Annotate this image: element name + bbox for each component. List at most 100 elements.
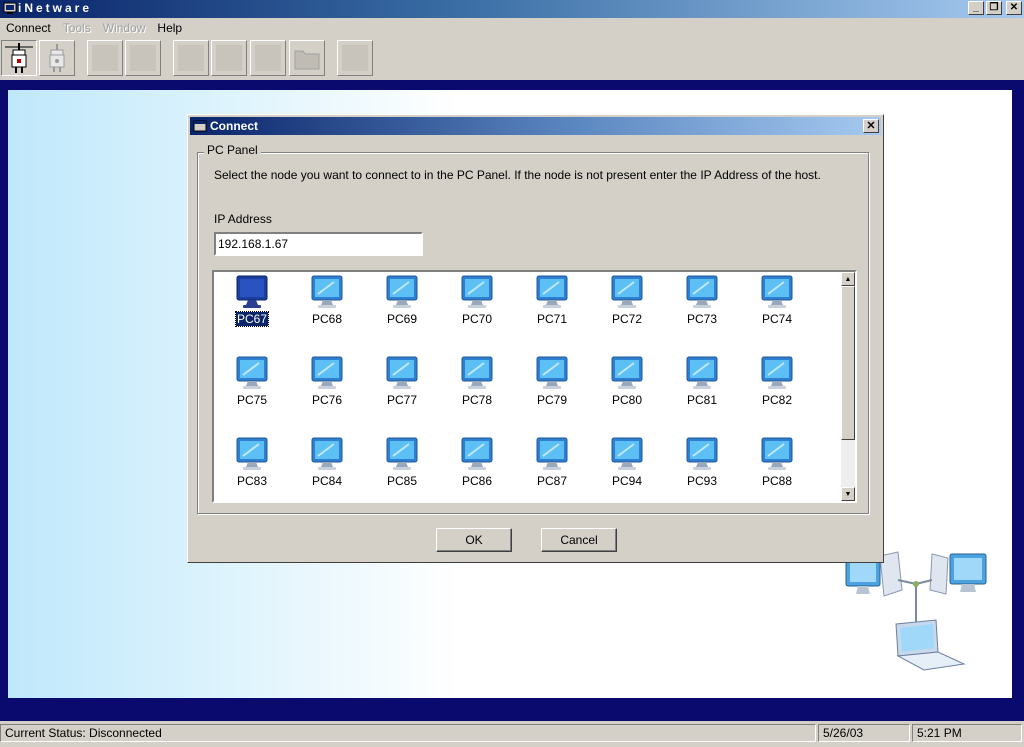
pc-node-label: PC75 <box>236 393 268 407</box>
pc-node[interactable]: PC68 <box>297 274 357 336</box>
computer-monitor-icon <box>761 437 793 470</box>
pc-node[interactable]: PC87 <box>522 436 582 498</box>
window-title: iNetware <box>18 1 93 15</box>
dialog-title: Connect <box>210 119 258 133</box>
computer-monitor-icon <box>386 437 418 470</box>
scroll-up-button[interactable]: ▲ <box>841 272 855 286</box>
toolbar-button-3[interactable] <box>87 40 123 76</box>
connect-toolbar-button[interactable] <box>1 40 37 76</box>
pc-node-label: PC73 <box>686 312 718 326</box>
toolbar-button-folder[interactable] <box>289 40 325 76</box>
computer-monitor-icon <box>611 356 643 389</box>
pc-node[interactable]: PC73 <box>672 274 732 336</box>
pc-node-label: PC79 <box>536 393 568 407</box>
computer-monitor-icon <box>686 275 718 308</box>
computer-monitor-icon <box>461 275 493 308</box>
computer-monitor-icon <box>461 356 493 389</box>
pc-node[interactable]: PC71 <box>522 274 582 336</box>
menu-connect[interactable]: Connect <box>0 21 57 35</box>
blank-icon <box>130 45 156 71</box>
ip-address-label: IP Address <box>214 212 272 226</box>
pc-node[interactable]: PC77 <box>372 355 432 417</box>
pc-node-label: PC67 <box>234 311 270 327</box>
connect-plug-icon <box>5 43 33 73</box>
pc-node-label: PC85 <box>386 474 418 488</box>
pc-node[interactable]: PC83 <box>222 436 282 498</box>
pc-node-label: PC68 <box>311 312 343 326</box>
computer-monitor-icon <box>611 437 643 470</box>
computer-monitor-icon <box>686 437 718 470</box>
restore-button[interactable]: ❐ <box>986 1 1002 15</box>
pc-node[interactable]: PC67 <box>222 274 282 336</box>
pc-node-label: PC93 <box>686 474 718 488</box>
dialog-window-icon <box>193 120 207 132</box>
pc-node[interactable]: PC78 <box>447 355 507 417</box>
instructions-text: Select the node you want to connect to i… <box>214 168 821 182</box>
status-date: 5/26/03 <box>818 724 910 742</box>
pc-node-label: PC72 <box>611 312 643 326</box>
menu-help[interactable]: Help <box>151 21 188 35</box>
pc-node-label: PC87 <box>536 474 568 488</box>
pc-node[interactable]: PC93 <box>672 436 732 498</box>
pc-node[interactable]: PC80 <box>597 355 657 417</box>
close-button[interactable]: ✕ <box>1006 1 1022 15</box>
pc-node[interactable]: PC75 <box>222 355 282 417</box>
status-time: 5:21 PM <box>912 724 1022 742</box>
toolbar <box>0 38 1024 80</box>
menu-window[interactable]: Window <box>97 21 152 35</box>
pc-node[interactable]: PC81 <box>672 355 732 417</box>
scroll-down-button[interactable]: ▼ <box>841 487 855 501</box>
pc-node-label: PC76 <box>311 393 343 407</box>
pc-node-label: PC70 <box>461 312 493 326</box>
app-icon <box>3 2 17 14</box>
pc-node-label: PC77 <box>386 393 418 407</box>
pc-node[interactable]: PC70 <box>447 274 507 336</box>
ok-button[interactable]: OK <box>436 528 512 552</box>
computer-monitor-icon <box>311 275 343 308</box>
toolbar-button-7[interactable] <box>250 40 286 76</box>
menu-bar: Connect Tools Window Help <box>0 18 1024 38</box>
computer-monitor-icon <box>386 275 418 308</box>
pc-node[interactable]: PC76 <box>297 355 357 417</box>
connect-dialog: Connect ✕ PC Panel Select the node you w… <box>187 114 884 563</box>
dialog-title-bar[interactable]: Connect ✕ <box>190 117 881 135</box>
pc-node[interactable]: PC94 <box>597 436 657 498</box>
pc-node[interactable]: PC74 <box>747 274 807 336</box>
computer-monitor-icon <box>461 437 493 470</box>
pc-node-label: PC69 <box>386 312 418 326</box>
ip-address-input[interactable] <box>214 232 423 256</box>
toolbar-button-5[interactable] <box>173 40 209 76</box>
pc-node-label: PC74 <box>761 312 793 326</box>
minimize-button[interactable]: _ <box>968 1 984 15</box>
pc-node-label: PC86 <box>461 474 493 488</box>
title-bar[interactable]: iNetware _ ❐ ✕ <box>0 0 1024 18</box>
disconnect-toolbar-button[interactable] <box>39 40 75 76</box>
scroll-thumb[interactable] <box>841 286 855 440</box>
toolbar-button-9[interactable] <box>337 40 373 76</box>
cancel-button[interactable]: Cancel <box>541 528 617 552</box>
pc-node-label: PC82 <box>761 393 793 407</box>
pc-node[interactable]: PC88 <box>747 436 807 498</box>
pc-node[interactable]: PC86 <box>447 436 507 498</box>
vertical-scrollbar[interactable]: ▲ ▼ <box>841 272 855 501</box>
computer-monitor-icon <box>536 437 568 470</box>
pc-node[interactable]: PC82 <box>747 355 807 417</box>
toolbar-button-4[interactable] <box>125 40 161 76</box>
pc-node[interactable]: PC79 <box>522 355 582 417</box>
dialog-close-button[interactable]: ✕ <box>863 119 879 133</box>
network-illustration-icon <box>845 551 987 671</box>
computer-monitor-icon <box>686 356 718 389</box>
menu-tools[interactable]: Tools <box>57 21 97 35</box>
pc-node-label: PC80 <box>611 393 643 407</box>
pc-node[interactable]: PC85 <box>372 436 432 498</box>
folder-icon <box>294 50 320 70</box>
computer-monitor-icon <box>386 356 418 389</box>
computer-monitor-icon <box>311 356 343 389</box>
status-bar: Current Status: Disconnected 5/26/03 5:2… <box>0 722 1024 747</box>
pc-node[interactable]: PC72 <box>597 274 657 336</box>
toolbar-button-6[interactable] <box>211 40 247 76</box>
computer-monitor-icon <box>536 356 568 389</box>
pc-panel-list[interactable]: PC67 PC68 PC69 PC70 PC71 PC72 PC73 PC74 PC75 PC76… <box>212 270 857 503</box>
pc-node[interactable]: PC69 <box>372 274 432 336</box>
pc-node[interactable]: PC84 <box>297 436 357 498</box>
